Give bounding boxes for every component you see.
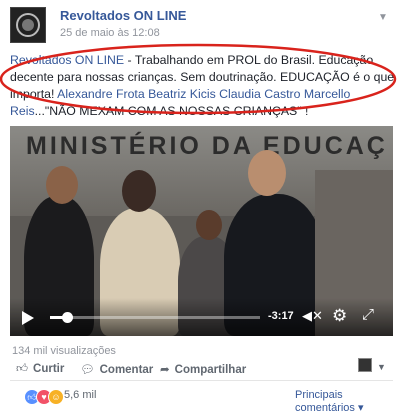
reaction-count[interactable]: 5,6 mil	[64, 389, 96, 401]
video-person-woman-head	[122, 170, 156, 212]
like-label: Curtir	[33, 363, 65, 375]
fullscreen-icon[interactable]: ⤢	[362, 306, 374, 323]
facebook-post: Revoltados ON LINE 25 de maio às 12:08 ▼…	[0, 0, 403, 414]
gear-icon[interactable]: ⚙	[332, 306, 347, 326]
sort-chevron-down-icon: ▾	[357, 402, 364, 414]
video-building-sign: MINISTÉRIO DA EDUCAÇ	[26, 132, 388, 160]
post-options-chevron-icon[interactable]: ▼	[378, 12, 388, 23]
haha-reaction-icon: ☺	[48, 389, 64, 405]
video-progress-knob[interactable]	[61, 312, 73, 323]
comment-bubble-icon: 💬︎	[80, 364, 95, 376]
view-count: 134 mil visualizações	[12, 345, 116, 357]
footer-divider	[10, 380, 393, 381]
commenter-avatar[interactable]	[358, 358, 372, 372]
play-icon[interactable]	[22, 311, 34, 325]
avatar-logo-center	[22, 19, 34, 31]
share-button[interactable]: ➦ Compartilhar	[160, 362, 246, 376]
red-highlight-oval	[0, 43, 397, 115]
video-person-left-head	[46, 166, 78, 204]
share-arrow-icon: ➦	[160, 364, 170, 376]
share-label: Compartilhar	[174, 364, 247, 376]
page-avatar[interactable]	[10, 7, 46, 43]
video-person-back-head	[196, 210, 222, 240]
video-player[interactable]: MINISTÉRIO DA EDUCAÇ -3:17 ◀✕ ⚙ ⤢	[10, 126, 393, 336]
like-button[interactable]: 👍︎ Curtir	[16, 362, 64, 376]
video-progress-bar[interactable]	[50, 312, 260, 323]
mute-icon[interactable]: ◀✕	[302, 308, 323, 324]
post-timestamp[interactable]: 25 de maio às 12:08	[60, 27, 160, 39]
comment-label: Comentar	[99, 364, 154, 376]
comments-sort-dropdown[interactable]: Principais comentários ▾	[295, 389, 403, 414]
audience-chevron-down-icon[interactable]: ▼	[377, 362, 386, 372]
comment-button[interactable]: 💬︎ Comentar	[80, 362, 153, 376]
thumbs-up-icon: 👍︎	[16, 363, 29, 375]
video-person-right-head	[248, 150, 286, 196]
page-name-link[interactable]: Revoltados ON LINE	[60, 8, 186, 23]
video-time-remaining: -3:17	[268, 310, 294, 322]
comments-sort-label: Principais comentários	[295, 389, 355, 414]
video-controls: -3:17 ◀✕ ⚙ ⤢	[10, 298, 393, 336]
